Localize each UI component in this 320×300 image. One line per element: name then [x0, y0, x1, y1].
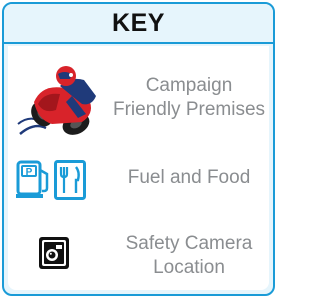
- legend-label-line: Safety Camera: [125, 233, 253, 254]
- legend-item-safety-camera-location: Safety Camera Location: [8, 216, 269, 290]
- key-title: KEY: [112, 8, 165, 37]
- key-body: Campaign Friendly Premises P Fuel and Fo…: [8, 46, 269, 290]
- key-panel: KEY Campaign Friendly Premises P Fuel an…: [2, 2, 275, 296]
- safety-camera-icon: [39, 237, 69, 269]
- legend-label-line: Fuel and Food: [127, 167, 251, 188]
- legend-item-campaign-friendly-premises: Campaign Friendly Premises: [8, 46, 269, 142]
- legend-label-line: Location: [153, 257, 225, 278]
- key-header: KEY: [4, 4, 273, 44]
- legend-item-fuel-and-food: P Fuel and Food: [8, 142, 269, 216]
- legend-label-line: Campaign: [145, 75, 233, 96]
- legend-label-line: Friendly Premises: [112, 99, 266, 120]
- motorcyclist-icon: [17, 66, 96, 135]
- legend-label: Safety Camera Location: [110, 232, 268, 280]
- svg-text:P: P: [26, 167, 33, 178]
- legend-label: Campaign Friendly Premises: [110, 74, 268, 122]
- legend-label: Fuel and Food: [110, 166, 268, 190]
- fuel-pump-icon: P: [16, 160, 49, 198]
- knife-and-fork-icon: [54, 160, 86, 200]
